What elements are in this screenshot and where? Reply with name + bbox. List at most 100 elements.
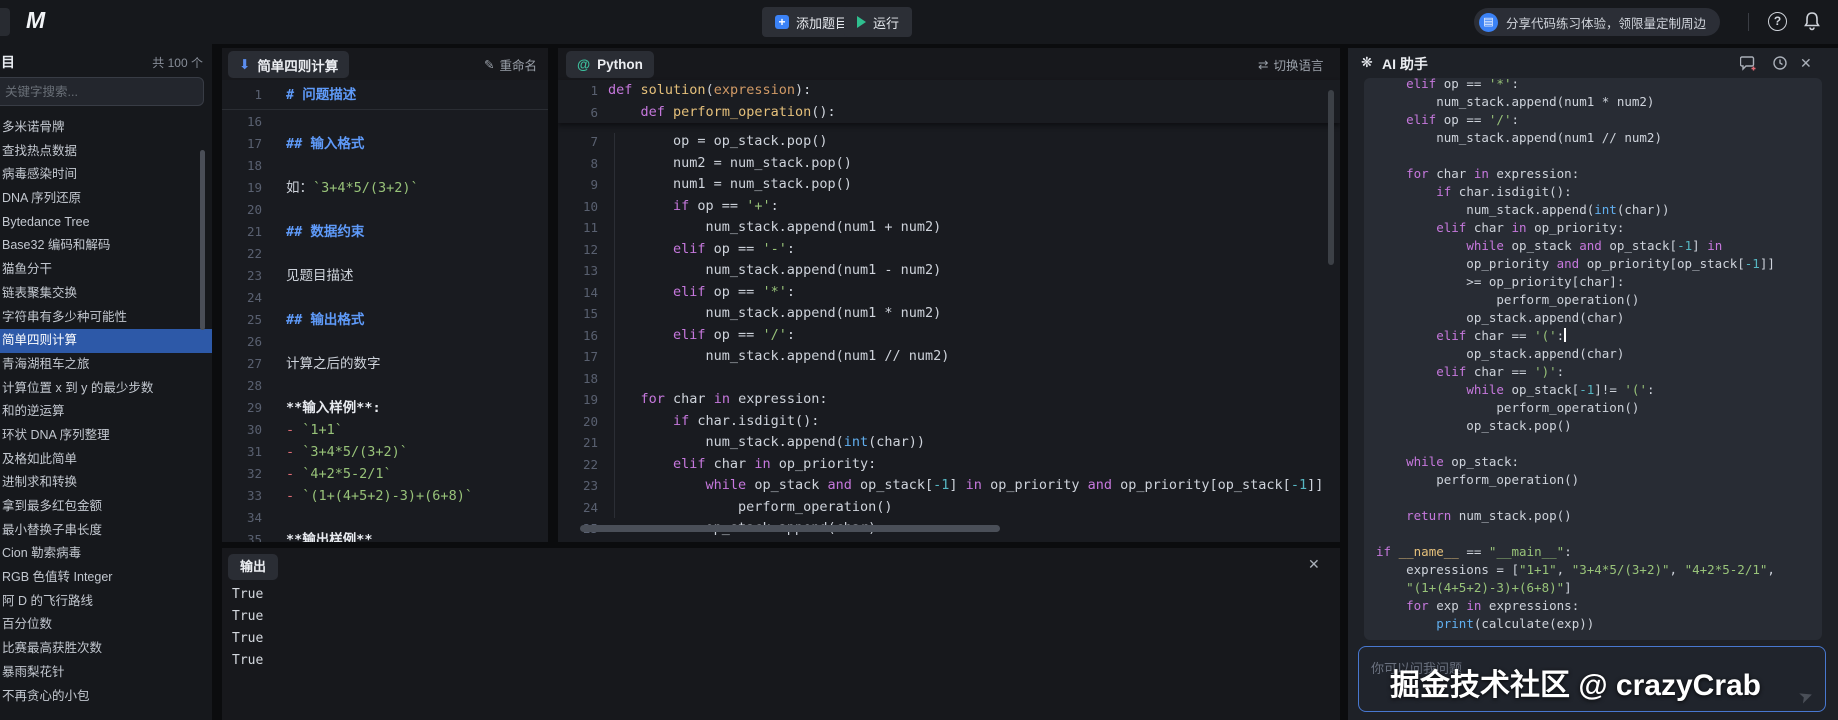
switch-language-button[interactable]: ⇄ 切换语言 xyxy=(1258,55,1324,74)
code-line[interactable]: 15 num_stack.append(num1 * num2) xyxy=(558,303,1340,325)
sidebar-item[interactable]: 猫鱼分干 xyxy=(0,258,212,282)
ai-code-block[interactable]: elif op == '*': num_stack.append(num1 * … xyxy=(1364,78,1822,640)
sidebar-item[interactable]: 多米诺骨牌 xyxy=(0,116,212,140)
code-line[interactable]: 18 xyxy=(558,368,1340,390)
md-line[interactable]: 31- `3+4*5/(3+2)` xyxy=(222,441,548,463)
sidebar-item[interactable]: 字符串有多少种可能性 xyxy=(0,306,212,330)
code-horizontal-scrollbar[interactable] xyxy=(580,525,1000,532)
code-line[interactable]: 12 elif op == '-': xyxy=(558,239,1340,261)
code-editor[interactable]: 7 op = op_stack.pop()8 num2 = num_stack.… xyxy=(558,131,1340,540)
md-line[interactable]: 30- `1+1` xyxy=(222,419,548,441)
md-line[interactable]: 28 xyxy=(222,375,548,397)
md-line[interactable]: 17## 输入格式 xyxy=(222,133,548,155)
md-line[interactable]: 23见题目描述 xyxy=(222,265,548,287)
sidebar-item[interactable]: RGB 色值转 Integer xyxy=(0,566,212,590)
run-button[interactable]: 运行 xyxy=(844,7,912,37)
md-line[interactable]: 18 xyxy=(222,155,548,177)
promo-banner[interactable]: ▤ 分享代码练习体验，领限量定制周边 xyxy=(1474,8,1720,36)
md-editor[interactable]: 16 17## 输入格式18 19如：`3+4*5/(3+2)`20 21## … xyxy=(222,111,548,542)
code-line[interactable]: 9 num1 = num_stack.pop() xyxy=(558,174,1340,196)
problem-title-tab[interactable]: ⬇ 简单四则计算 xyxy=(228,51,349,78)
code-line[interactable]: 23 while op_stack and op_stack[-1] in op… xyxy=(558,475,1340,497)
md-line[interactable]: 35**输出样例** xyxy=(222,529,548,542)
language-tab[interactable]: @ Python xyxy=(566,51,654,78)
md-line[interactable]: 20 xyxy=(222,199,548,221)
line-number: 11 xyxy=(558,217,598,239)
sidebar-item[interactable]: DNA 序列还原 xyxy=(0,187,212,211)
md-line[interactable]: 25## 输出格式 xyxy=(222,309,548,331)
sidebar-item[interactable]: 计算位置 x 到 y 的最少步数 xyxy=(0,377,212,401)
ai-question-input[interactable] xyxy=(1359,647,1825,711)
notification-bell-icon[interactable] xyxy=(1803,11,1821,31)
sidebar-item[interactable]: 及格如此简单 xyxy=(0,448,212,472)
history-icon[interactable] xyxy=(1772,55,1788,71)
code-line[interactable]: 17 num_stack.append(num1 // num2) xyxy=(558,346,1340,368)
code-line[interactable]: 14 elif op == '*': xyxy=(558,282,1340,304)
code-line[interactable]: 20 if char.isdigit(): xyxy=(558,411,1340,433)
sidebar-item[interactable]: 查找热点数据 xyxy=(0,140,212,164)
ai-code-line: num_stack.append(num1 // num2) xyxy=(1376,129,1810,147)
md-sticky-line[interactable]: 1# 问题描述 xyxy=(222,80,548,110)
code-line[interactable]: 24 perform_operation() xyxy=(558,497,1340,519)
sidebar-item[interactable]: 暴雨梨花针 xyxy=(0,661,212,685)
code-line[interactable]: 13 num_stack.append(num1 - num2) xyxy=(558,260,1340,282)
sidebar-item[interactable]: 环状 DNA 序列整理 xyxy=(0,424,212,448)
code-line[interactable]: 19 for char in expression: xyxy=(558,389,1340,411)
md-line[interactable]: 27计算之后的数字 xyxy=(222,353,548,375)
new-chat-icon[interactable] xyxy=(1740,55,1757,71)
sidebar-item[interactable]: 拿到最多红包金额 xyxy=(0,495,212,519)
sidebar-item[interactable]: Bytedance Tree xyxy=(0,211,212,235)
ai-code-line xyxy=(1376,147,1810,165)
sidebar-item[interactable]: 和的逆运算 xyxy=(0,400,212,424)
md-line[interactable]: 32- `4+2*5-2/1` xyxy=(222,463,548,485)
plus-icon: + xyxy=(775,15,789,29)
sidebar-item[interactable]: 简单四则计算 xyxy=(0,329,212,353)
rename-button[interactable]: ✎ 重命名 xyxy=(484,55,537,74)
sidebar-item[interactable]: 阿 D 的飞行路线 xyxy=(0,590,212,614)
md-line[interactable]: 26 xyxy=(222,331,548,353)
ai-code-line xyxy=(1376,525,1810,543)
output-close-icon[interactable]: ✕ xyxy=(1308,556,1320,573)
md-line[interactable]: 24 xyxy=(222,287,548,309)
sidebar-item[interactable]: 不再贪心的小包 xyxy=(0,685,212,709)
code-line[interactable]: 7 op = op_stack.pop() xyxy=(558,131,1340,153)
output-tab[interactable]: 输出 xyxy=(228,554,278,580)
sidebar-item[interactable]: 百分位数 xyxy=(0,613,212,637)
md-line[interactable]: 34 xyxy=(222,507,548,529)
code-line[interactable]: 8 num2 = num_stack.pop() xyxy=(558,153,1340,175)
md-line[interactable]: 16 xyxy=(222,111,548,133)
code-sticky-lines[interactable]: 1def solution(expression):6 def perform_… xyxy=(558,80,1340,123)
code-vertical-scrollbar[interactable] xyxy=(1328,90,1334,265)
sidebar-item[interactable]: 进制求和转换 xyxy=(0,471,212,495)
md-line[interactable]: 29**输入样例**: xyxy=(222,397,548,419)
ai-assistant-panel: ❋ AI 助手 ✕ elif op == '*': num_stack.appe… xyxy=(1348,48,1838,720)
sidebar-scrollbar[interactable] xyxy=(200,150,205,330)
app-logo[interactable]: M xyxy=(26,7,44,34)
sidebar-item[interactable]: 青海湖租车之旅 xyxy=(0,353,212,377)
md-line[interactable]: 33- `(1+(4+5+2)-3)+(6+8)` xyxy=(222,485,548,507)
code-line[interactable]: 21 num_stack.append(int(char)) xyxy=(558,432,1340,454)
sidebar-item[interactable]: 链表聚集交换 xyxy=(0,282,212,306)
sidebar-item[interactable]: 比赛最高获胜次数 xyxy=(0,637,212,661)
sidebar-item[interactable]: Cion 勒索病毒 xyxy=(0,542,212,566)
md-line[interactable]: 19如：`3+4*5/(3+2)` xyxy=(222,177,548,199)
md-line[interactable]: 21## 数据约束 xyxy=(222,221,548,243)
search-input[interactable] xyxy=(0,77,204,106)
play-icon xyxy=(857,16,866,28)
help-icon[interactable]: ? xyxy=(1768,12,1787,31)
sidebar-item[interactable]: 病毒感染时间 xyxy=(0,163,212,187)
sidebar-title: 目 xyxy=(1,52,15,72)
md-line[interactable]: 1# 问题描述 xyxy=(222,80,548,110)
ai-code-line: for char in expression: xyxy=(1376,165,1810,183)
code-line[interactable]: 11 num_stack.append(num1 + num2) xyxy=(558,217,1340,239)
md-line[interactable]: 22 xyxy=(222,243,548,265)
sidebar-item[interactable]: Base32 编码和解码 xyxy=(0,234,212,258)
code-line[interactable]: 1def solution(expression): xyxy=(558,80,1340,102)
code-line[interactable]: 10 if op == '+': xyxy=(558,196,1340,218)
code-line[interactable]: 16 elif op == '/': xyxy=(558,325,1340,347)
code-line[interactable]: 22 elif char in op_priority: xyxy=(558,454,1340,476)
sidebar-item[interactable]: 最小替换子串长度 xyxy=(0,519,212,543)
line-number: 30 xyxy=(222,419,262,441)
code-line[interactable]: 6 def perform_operation(): xyxy=(558,102,1340,124)
ai-close-icon[interactable]: ✕ xyxy=(1800,55,1812,72)
